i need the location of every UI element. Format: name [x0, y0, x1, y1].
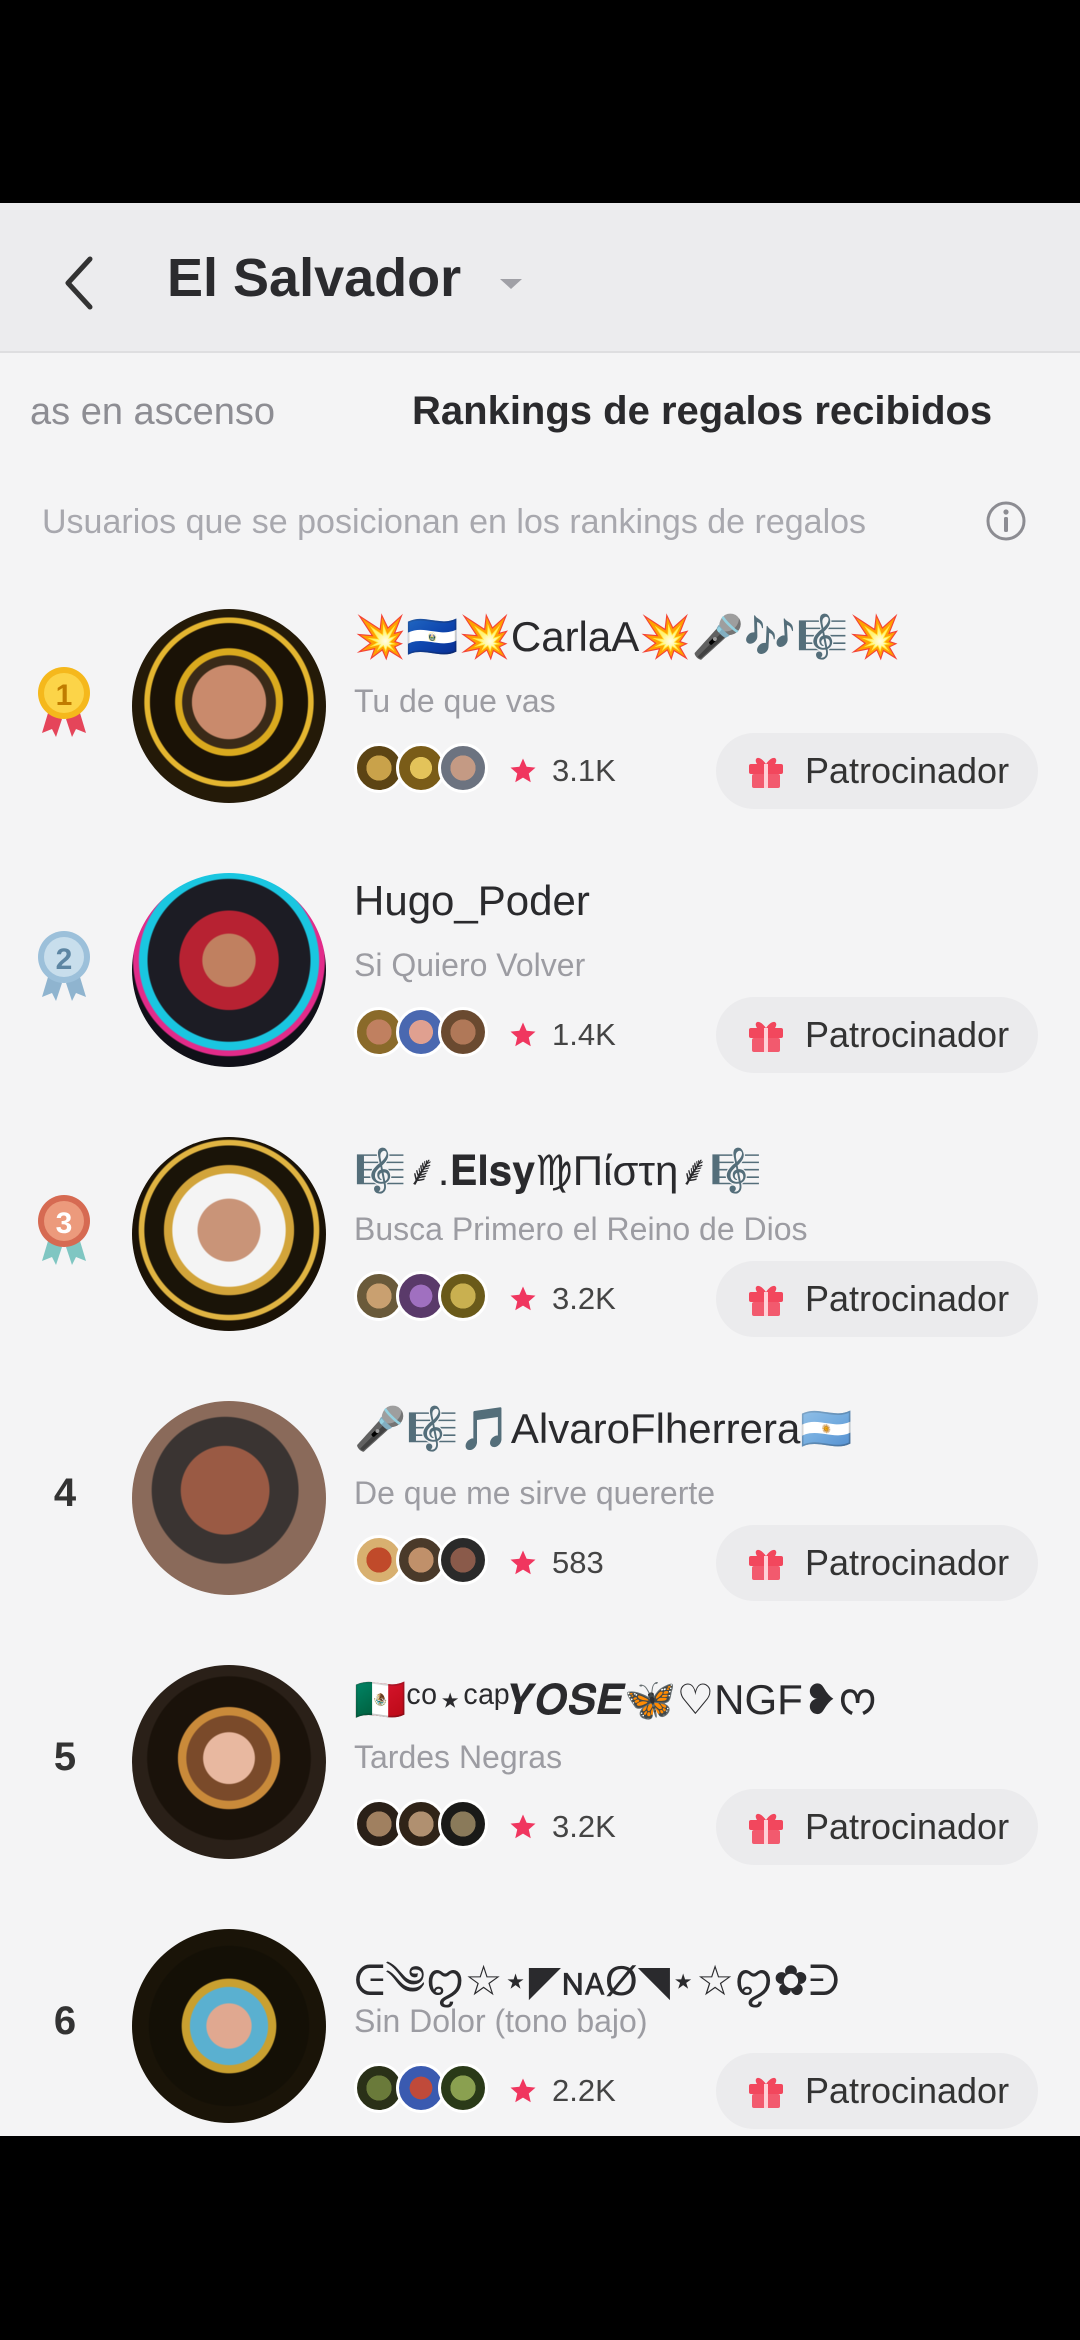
rankings-description: Usuarios que se posicionan en los rankin… — [42, 503, 867, 541]
star-count: 1.4K — [508, 1017, 616, 1053]
header: El Salvador — [0, 203, 1080, 353]
user-name[interactable]: Hugo_Poder — [354, 877, 590, 925]
avatar[interactable] — [132, 1401, 326, 1595]
sponsor-button[interactable]: Patrocinador — [716, 733, 1038, 809]
gift-icon — [748, 1549, 783, 1580]
supporter-avatars[interactable] — [354, 2063, 488, 2113]
status-bar-black — [0, 0, 1080, 203]
star-count: 3.2K — [508, 1809, 616, 1845]
star-count-value: 1.4K — [552, 1017, 616, 1052]
silver-medal-icon: 2 — [38, 931, 90, 1001]
sponsor-label: Patrocinador — [804, 1278, 1010, 1319]
page-title[interactable]: El Salvador — [167, 247, 461, 309]
star-count: 3.2K — [508, 1281, 616, 1317]
star-count: 3.1K — [508, 753, 616, 789]
tab-bar: as en ascenso Rankings de regalos recibi… — [0, 353, 1080, 471]
rank-number: 3 — [56, 1207, 73, 1240]
song-title: Tu de que vas — [354, 683, 556, 719]
star-icon — [510, 2078, 536, 2103]
sponsor-label: Patrocinador — [804, 2070, 1010, 2111]
supporter-avatar — [438, 1007, 488, 1057]
supporter-avatar — [438, 743, 488, 793]
supporter-avatars[interactable] — [354, 1271, 488, 1321]
supporter-avatar — [438, 1535, 488, 1585]
sponsor-button[interactable]: Patrocinador — [716, 2053, 1038, 2129]
sponsor-button[interactable]: Patrocinador — [716, 1261, 1038, 1337]
star-count-value: 583 — [552, 1545, 604, 1580]
ranking-row[interactable]: 2 Hugo_Poder Si Quiero Volver 1.4K Patro… — [0, 847, 1080, 1111]
user-name[interactable]: 💥🇸🇻💥CarlaA💥🎤🎶🎼💥 — [354, 613, 901, 662]
user-name[interactable]: 🎤🎼🎵AlvaroFlherrera🇦🇷 — [354, 1405, 853, 1454]
sponsor-button[interactable]: Patrocinador — [716, 1525, 1038, 1601]
user-name[interactable]: 🎼⸙.𝐄𝐥𝐬𝐲♍Πίστη⸙🎼 — [354, 1141, 762, 1198]
star-count: 583 — [508, 1545, 604, 1581]
tab-gift-rankings[interactable]: Rankings de regalos recibidos — [412, 389, 992, 434]
star-icon — [510, 1286, 536, 1311]
caret-down-icon[interactable] — [496, 275, 526, 293]
supporter-avatars[interactable] — [354, 743, 488, 793]
info-icon[interactable] — [984, 499, 1028, 543]
sponsor-button[interactable]: Patrocinador — [716, 1789, 1038, 1865]
ranking-row[interactable]: 5 🇲🇽ᶜᵒ⋆ᶜᵃᵖ𝒀𝑶𝑺𝑬🦋♡NGF❥ᰔ Tardes Negras 3.2K — [0, 1639, 1080, 1903]
star-count-value: 3.2K — [552, 1809, 616, 1844]
supporter-avatar — [438, 1271, 488, 1321]
sponsor-button[interactable]: Patrocinador — [716, 997, 1038, 1073]
gift-icon — [748, 757, 783, 788]
star-count-value: 2.2K — [552, 2073, 616, 2108]
sponsor-label: Patrocinador — [804, 750, 1010, 791]
song-title: Sin Dolor (tono bajo) — [354, 2003, 648, 2039]
rank-number: 4 — [53, 1471, 77, 1515]
supporter-avatars[interactable] — [354, 1799, 488, 1849]
avatar[interactable] — [132, 609, 326, 803]
user-name[interactable]: 🇲🇽ᶜᵒ⋆ᶜᵃᵖ𝒀𝑶𝑺𝑬🦋♡NGF❥ᰔ — [354, 1669, 877, 1733]
supporter-avatar — [438, 1799, 488, 1849]
song-title: De que me sirve quererte — [354, 1475, 716, 1511]
avatar[interactable] — [132, 1665, 326, 1859]
gold-medal-icon: 1 — [38, 667, 90, 737]
bronze-medal-icon: 3 — [38, 1195, 90, 1265]
star-count-value: 3.2K — [552, 1281, 616, 1316]
tab-trending[interactable]: as en ascenso — [30, 391, 275, 434]
gift-icon — [748, 2077, 783, 2108]
song-title: Busca Primero el Reino de Dios — [354, 1211, 808, 1247]
navigation-bar-black — [0, 2136, 1080, 2340]
back-button[interactable] — [40, 243, 120, 323]
song-title: Tardes Negras — [354, 1739, 563, 1775]
star-icon — [510, 1022, 536, 1047]
sponsor-label: Patrocinador — [804, 1014, 1010, 1055]
gift-icon — [748, 1285, 783, 1316]
rank-number: 5 — [53, 1735, 77, 1779]
rank-number: 1 — [56, 679, 73, 712]
avatar[interactable] — [132, 1929, 326, 2123]
gift-icon — [748, 1813, 783, 1844]
song-title: Si Quiero Volver — [354, 947, 586, 983]
star-icon — [510, 1550, 536, 1575]
avatar[interactable] — [132, 1137, 326, 1331]
supporter-avatar — [438, 2063, 488, 2113]
star-icon — [510, 1814, 536, 1839]
star-icon — [510, 758, 536, 783]
ranking-row[interactable]: 1 💥🇸🇻💥CarlaA💥🎤🎶🎼💥 Tu de que vas 3.1K Pat… — [0, 583, 1080, 847]
app-screen: El Salvador as en ascenso Rankings de re… — [0, 203, 1080, 2136]
gift-icon — [748, 1021, 783, 1052]
ranking-row[interactable]: 4 🎤🎼🎵AlvaroFlherrera🇦🇷 De que me sirve q… — [0, 1375, 1080, 1639]
star-count: 2.2K — [508, 2073, 616, 2109]
supporter-avatars[interactable] — [354, 1007, 488, 1057]
avatar[interactable] — [132, 873, 326, 1067]
chevron-left-icon — [65, 256, 93, 310]
sponsor-label: Patrocinador — [804, 1542, 1010, 1583]
ranking-row[interactable]: 3 🎼⸙.𝐄𝐥𝐬𝐲♍Πίστη⸙🎼 Busca Primero el Reino… — [0, 1111, 1080, 1375]
rank-number: 2 — [56, 943, 73, 976]
sponsor-label: Patrocinador — [804, 1806, 1010, 1847]
supporter-avatars[interactable] — [354, 1535, 488, 1585]
ranking-row[interactable]: 6 ᕮ༄ꨄ☆⋆◤ɴᴀØ◥⋆☆ꨄ✿ᕭ Sin Dolor (tono bajo) … — [0, 1903, 1080, 2136]
star-count-value: 3.1K — [552, 753, 616, 788]
rank-number: 6 — [53, 1999, 77, 2043]
